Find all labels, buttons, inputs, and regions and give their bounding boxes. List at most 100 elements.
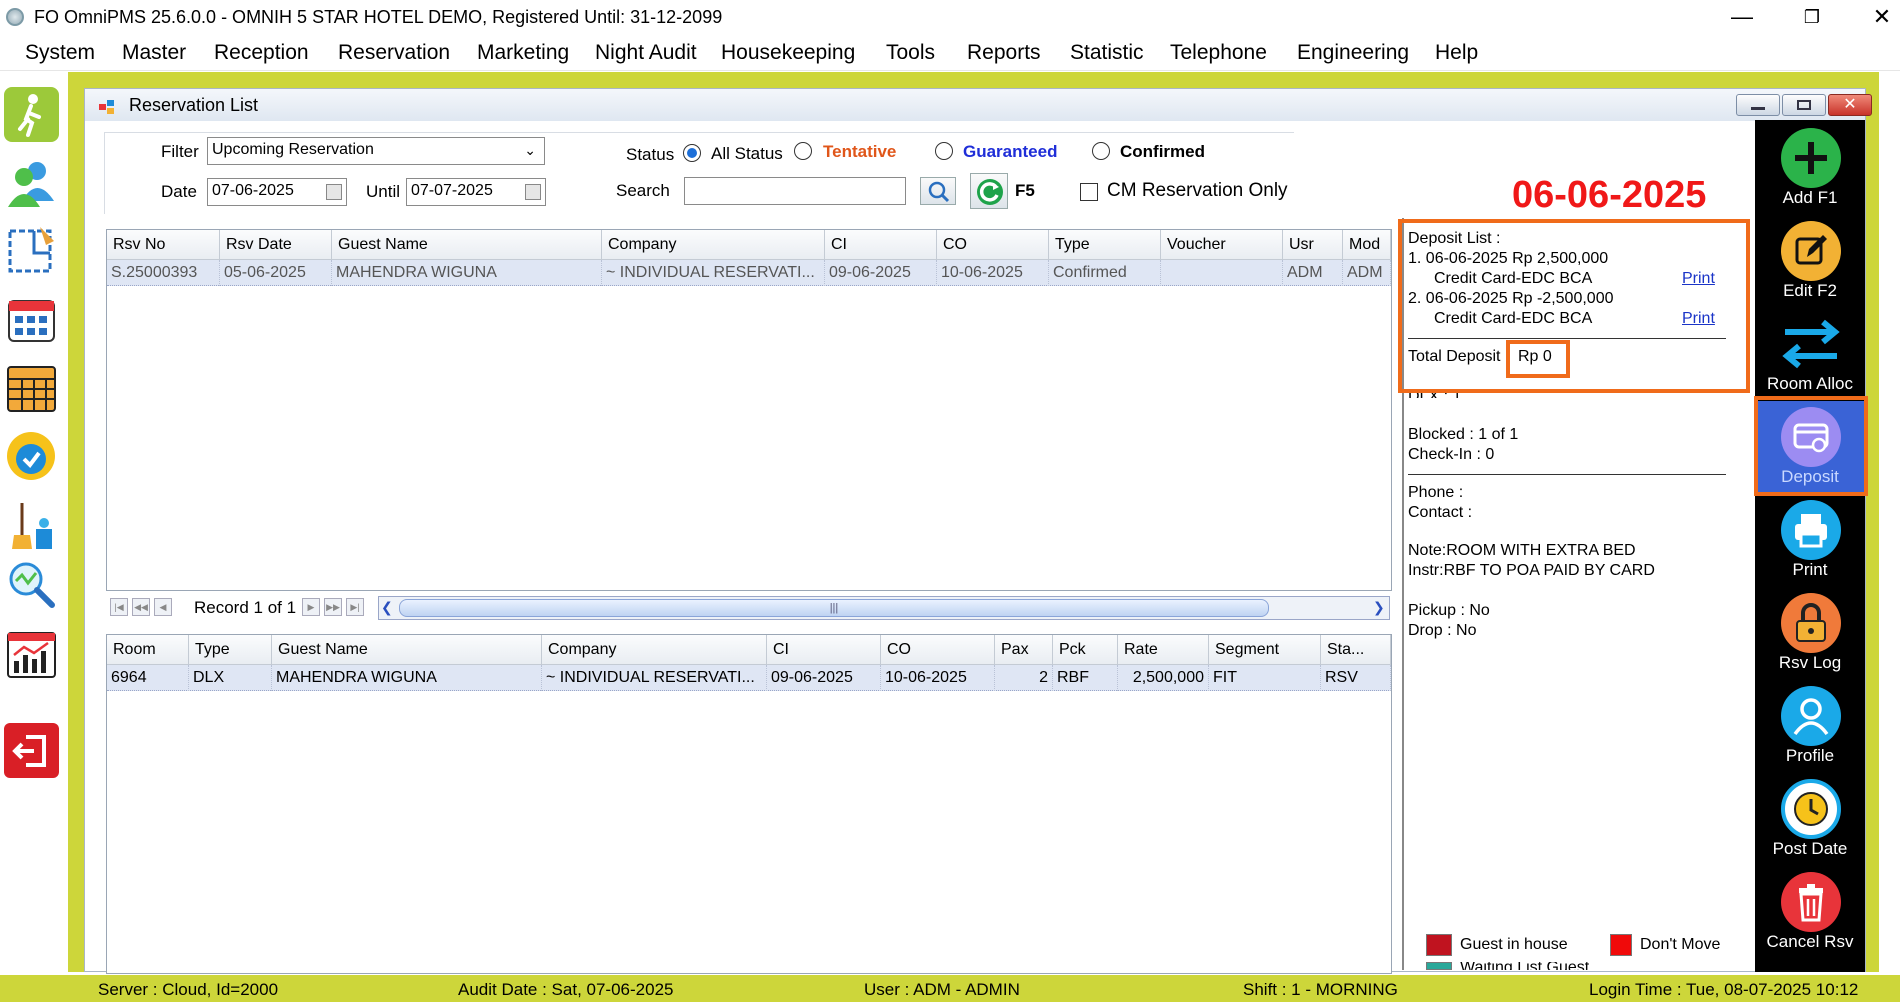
date-until-input[interactable]: 07-07-2025 bbox=[406, 178, 546, 206]
filter-select[interactable]: Upcoming Reservation ⌄ bbox=[207, 137, 545, 165]
scroll-left-icon[interactable]: ❮ bbox=[381, 599, 395, 617]
menu-reservation[interactable]: Reservation bbox=[338, 41, 450, 65]
edit-button[interactable]: Edit F2 bbox=[1755, 215, 1865, 307]
print-button[interactable]: Print bbox=[1755, 494, 1865, 586]
radio-tentative[interactable] bbox=[794, 142, 812, 160]
table-row[interactable]: 6964 DLX MAHENDRA WIGUNA ~ INDIVIDUAL RE… bbox=[107, 665, 1391, 691]
add-button[interactable]: Add F1 bbox=[1755, 122, 1865, 214]
col-mod[interactable]: Mod bbox=[1343, 230, 1391, 260]
col-room[interactable]: Room bbox=[107, 635, 189, 665]
menu-engineering[interactable]: Engineering bbox=[1297, 41, 1409, 65]
prev-page-icon[interactable]: ◀◀ bbox=[132, 598, 150, 616]
room-grid: Room Type Guest Name Company CI CO Pax P… bbox=[106, 634, 1392, 974]
cell-pck: RBF bbox=[1053, 665, 1118, 691]
prev-record-icon[interactable]: ◀ bbox=[154, 598, 172, 616]
refresh-button[interactable] bbox=[970, 173, 1008, 209]
radio-confirmed[interactable] bbox=[1092, 142, 1110, 160]
col-rsv-date[interactable]: Rsv Date bbox=[220, 230, 332, 260]
floor-plan-icon[interactable] bbox=[4, 223, 59, 278]
col-voucher[interactable]: Voucher bbox=[1161, 230, 1283, 260]
first-record-icon[interactable]: |◀ bbox=[110, 598, 128, 616]
status-login-time: Login Time : Tue, 08-07-2025 10:12 bbox=[1589, 980, 1859, 999]
calendar-icon[interactable] bbox=[4, 293, 59, 348]
col-room-ci[interactable]: CI bbox=[767, 635, 881, 665]
search-input[interactable] bbox=[684, 177, 906, 205]
room-alloc-button-label: Room Alloc bbox=[1767, 374, 1853, 393]
cm-reservation-checkbox[interactable] bbox=[1080, 183, 1098, 201]
restore-button[interactable]: ❐ bbox=[1790, 4, 1834, 30]
cell-room-company: ~ INDIVIDUAL RESERVATI... bbox=[542, 665, 767, 691]
cancel-rsv-button[interactable]: Cancel Rsv bbox=[1755, 866, 1865, 958]
col-company[interactable]: Company bbox=[602, 230, 825, 260]
sub-restore-button[interactable] bbox=[1782, 94, 1826, 116]
col-segment[interactable]: Segment bbox=[1209, 635, 1321, 665]
radio-all-status[interactable] bbox=[683, 144, 701, 162]
annotation-date: 06-06-2025 bbox=[1512, 174, 1707, 216]
last-record-icon[interactable]: ▶| bbox=[346, 598, 364, 616]
scroll-thumb[interactable]: ||| bbox=[399, 599, 1269, 617]
col-guest-name[interactable]: Guest Name bbox=[332, 230, 602, 260]
scroll-right-icon[interactable]: ❯ bbox=[1373, 599, 1387, 617]
menu-telephone[interactable]: Telephone bbox=[1170, 41, 1267, 65]
yearly-calendar-icon[interactable] bbox=[4, 361, 59, 416]
blocked-info: Blocked : 1 of 1 bbox=[1408, 426, 1519, 443]
col-status[interactable]: Sta... bbox=[1321, 635, 1391, 665]
radio-guaranteed[interactable] bbox=[935, 142, 953, 160]
menu-reception[interactable]: Reception bbox=[214, 41, 309, 65]
col-room-type[interactable]: Type bbox=[189, 635, 272, 665]
cell-pax: 2 bbox=[995, 665, 1053, 691]
menu-marketing[interactable]: Marketing bbox=[477, 41, 569, 65]
minimize-button[interactable]: — bbox=[1720, 4, 1764, 30]
sub-close-button[interactable]: ✕ bbox=[1828, 94, 1872, 116]
menu-master[interactable]: Master bbox=[122, 41, 186, 65]
sub-minimize-button[interactable] bbox=[1736, 94, 1780, 116]
cell-ci: 09-06-2025 bbox=[825, 260, 937, 286]
guests-icon[interactable] bbox=[4, 155, 59, 210]
col-type[interactable]: Type bbox=[1049, 230, 1161, 260]
statistic-chart-icon[interactable] bbox=[4, 627, 59, 682]
horizontal-scrollbar[interactable]: ❮ ||| ❯ bbox=[378, 596, 1390, 620]
tentative-label: Tentative bbox=[823, 142, 897, 161]
col-room-co[interactable]: CO bbox=[881, 635, 995, 665]
menu-reports[interactable]: Reports bbox=[967, 41, 1041, 65]
col-ci[interactable]: CI bbox=[825, 230, 937, 260]
room-alloc-button[interactable]: Room Alloc bbox=[1755, 308, 1865, 400]
next-page-icon[interactable]: ▶▶ bbox=[324, 598, 342, 616]
post-date-button[interactable]: Post Date bbox=[1755, 773, 1865, 865]
date-from-input[interactable]: 07-06-2025 bbox=[207, 178, 347, 206]
search-button[interactable] bbox=[920, 177, 956, 205]
col-room-company[interactable]: Company bbox=[542, 635, 767, 665]
cell-rsv-date: 05-06-2025 bbox=[220, 260, 332, 286]
col-rate[interactable]: Rate bbox=[1118, 635, 1209, 665]
rsv-log-button[interactable]: Rsv Log bbox=[1755, 587, 1865, 679]
calendar-picker-icon[interactable] bbox=[525, 184, 541, 200]
menu-help[interactable]: Help bbox=[1435, 41, 1478, 65]
col-co[interactable]: CO bbox=[937, 230, 1049, 260]
close-button[interactable]: ✕ bbox=[1860, 4, 1900, 30]
menu-housekeeping[interactable]: Housekeeping bbox=[721, 41, 855, 65]
col-pax[interactable]: Pax bbox=[995, 635, 1053, 665]
cell-usr: ADM bbox=[1283, 260, 1343, 286]
menu-system[interactable]: System bbox=[25, 41, 95, 65]
availability-icon[interactable] bbox=[4, 429, 59, 484]
housekeeping-icon[interactable] bbox=[4, 499, 59, 554]
col-room-guest-name[interactable]: Guest Name bbox=[272, 635, 542, 665]
status-bar: Server : Cloud, Id=2000 Audit Date : Sat… bbox=[0, 975, 1900, 1002]
menu-statistic[interactable]: Statistic bbox=[1070, 41, 1144, 65]
logout-icon[interactable] bbox=[4, 723, 59, 778]
analysis-search-icon[interactable] bbox=[4, 557, 59, 612]
menu-night-audit[interactable]: Night Audit bbox=[595, 41, 697, 65]
calendar-picker-icon[interactable] bbox=[326, 184, 342, 200]
col-pck[interactable]: Pck bbox=[1053, 635, 1118, 665]
profile-button[interactable]: Profile bbox=[1755, 680, 1865, 772]
col-rsv-no[interactable]: Rsv No bbox=[107, 230, 220, 260]
col-usr[interactable]: Usr bbox=[1283, 230, 1343, 260]
legend-swatch-waiting-list bbox=[1426, 962, 1452, 970]
contact-info: Contact : bbox=[1408, 504, 1473, 521]
menu-tools[interactable]: Tools bbox=[886, 41, 935, 65]
profile-button-label: Profile bbox=[1785, 746, 1835, 765]
walk-in-icon[interactable] bbox=[4, 87, 59, 142]
deposit-list-highlight bbox=[1398, 219, 1750, 393]
table-row[interactable]: S.25000393 05-06-2025 MAHENDRA WIGUNA ~ … bbox=[107, 260, 1391, 286]
next-record-icon[interactable]: ▶ bbox=[302, 598, 320, 616]
